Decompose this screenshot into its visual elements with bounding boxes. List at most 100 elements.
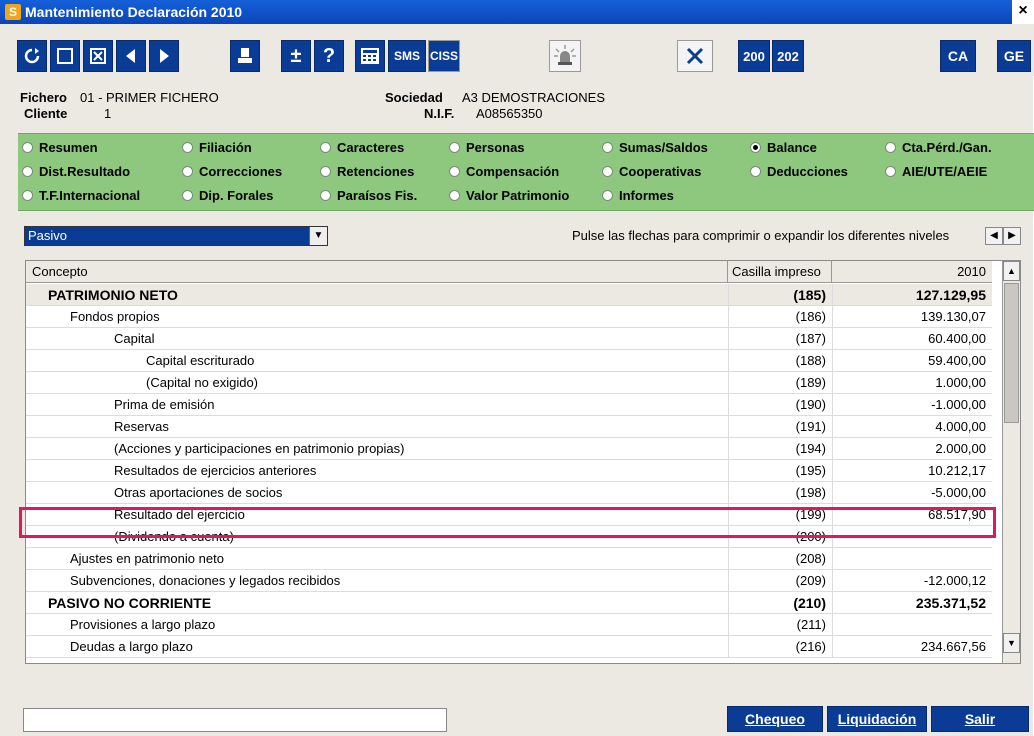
table-row[interactable]: Subvenciones, donaciones y legados recib…: [26, 570, 992, 592]
refresh-button[interactable]: [17, 40, 47, 72]
cell-valor[interactable]: 59.400,00: [832, 350, 992, 372]
scroll-down-icon[interactable]: ▼: [1003, 633, 1020, 653]
radio-option[interactable]: Retenciones: [320, 160, 414, 182]
cell-valor[interactable]: 60.400,00: [832, 328, 992, 350]
previous-button[interactable]: [116, 40, 146, 72]
scroll-thumb[interactable]: [1004, 283, 1019, 423]
vertical-scrollbar[interactable]: ▲ ▼: [1002, 261, 1020, 663]
cell-valor[interactable]: 4.000,00: [832, 416, 992, 438]
radio-option[interactable]: Sumas/Saldos: [602, 136, 708, 158]
radio-button-icon[interactable]: [602, 141, 613, 153]
radio-option[interactable]: Cooperativas: [602, 160, 701, 182]
delete-button[interactable]: [83, 40, 113, 72]
collapse-arrow-icon[interactable]: ◀: [985, 227, 1003, 245]
help-button[interactable]: ?: [314, 40, 344, 72]
cell-valor[interactable]: 127.129,95: [832, 284, 992, 306]
table-row[interactable]: (Dividendo a cuenta) (200): [26, 526, 992, 548]
table-row[interactable]: Provisiones a largo plazo (211): [26, 614, 992, 636]
radio-option[interactable]: Paraísos Fis.: [320, 184, 417, 206]
radio-button-icon[interactable]: [750, 141, 761, 153]
sms-button[interactable]: SMS: [388, 40, 426, 72]
table-row[interactable]: Capital (187) 60.400,00: [26, 328, 992, 350]
expand-collapse-button[interactable]: ±: [281, 40, 311, 72]
calculator-button[interactable]: [355, 40, 385, 72]
salir-button[interactable]: Salir: [931, 706, 1029, 732]
chevron-down-icon[interactable]: ▼: [309, 227, 327, 245]
cell-valor[interactable]: 234.667,56: [832, 636, 992, 658]
cell-valor[interactable]: -1.000,00: [832, 394, 992, 416]
radio-option[interactable]: Correcciones: [182, 160, 282, 182]
section-select[interactable]: Pasivo ▼: [24, 226, 328, 246]
cell-valor[interactable]: 68.517,90: [832, 504, 992, 526]
radio-button-icon[interactable]: [22, 141, 33, 153]
radio-option[interactable]: Deducciones: [750, 160, 848, 182]
radio-option[interactable]: Valor Patrimonio: [449, 184, 569, 206]
ge-button[interactable]: GE: [997, 40, 1031, 72]
table-row[interactable]: Ajustes en patrimonio neto (208): [26, 548, 992, 570]
radio-button-icon[interactable]: [750, 165, 761, 177]
radio-button-icon[interactable]: [182, 165, 193, 177]
cell-valor[interactable]: 10.212,17: [832, 460, 992, 482]
radio-button-icon[interactable]: [22, 189, 33, 201]
ciss-button[interactable]: CISS: [428, 40, 460, 72]
liquidacion-button[interactable]: Liquidación: [827, 706, 927, 732]
radio-button-icon[interactable]: [885, 165, 896, 177]
radio-option[interactable]: T.F.Internacional: [22, 184, 140, 206]
radio-button-icon[interactable]: [449, 141, 460, 153]
next-button[interactable]: [149, 40, 179, 72]
ca-button[interactable]: CA: [940, 40, 976, 72]
cell-valor[interactable]: 1.000,00: [832, 372, 992, 394]
cell-valor[interactable]: [832, 548, 992, 570]
radio-option[interactable]: Filiación: [182, 136, 252, 158]
radio-button-icon[interactable]: [449, 165, 460, 177]
radio-option[interactable]: Balance: [750, 136, 817, 158]
radio-option[interactable]: Resumen: [22, 136, 98, 158]
radio-button-icon[interactable]: [182, 189, 193, 201]
radio-option[interactable]: Cta.Pérd./Gan.: [885, 136, 992, 158]
radio-option[interactable]: Dip. Forales: [182, 184, 273, 206]
chequeo-button[interactable]: Chequeo: [727, 706, 823, 732]
print-button[interactable]: [230, 40, 260, 72]
exit-document-button[interactable]: [677, 40, 713, 72]
new-button[interactable]: [50, 40, 80, 72]
radio-option[interactable]: Dist.Resultado: [22, 160, 130, 182]
table-row[interactable]: Capital escriturado (188) 59.400,00: [26, 350, 992, 372]
scroll-up-icon[interactable]: ▲: [1003, 261, 1020, 281]
radio-button-icon[interactable]: [602, 189, 613, 201]
column-header-concepto[interactable]: Concepto: [26, 261, 728, 283]
radio-option[interactable]: Compensación: [449, 160, 559, 182]
table-row[interactable]: Prima de emisión (190) -1.000,00: [26, 394, 992, 416]
cell-valor[interactable]: 235.371,52: [832, 592, 992, 614]
table-row[interactable]: Deudas a largo plazo (216) 234.667,56: [26, 636, 992, 658]
table-row[interactable]: Fondos propios (186) 139.130,07: [26, 306, 992, 328]
cell-valor[interactable]: 2.000,00: [832, 438, 992, 460]
cell-valor[interactable]: 139.130,07: [832, 306, 992, 328]
radio-button-icon[interactable]: [182, 141, 193, 153]
column-header-year[interactable]: 2010: [832, 261, 992, 283]
table-row[interactable]: (Capital no exigido) (189) 1.000,00: [26, 372, 992, 394]
radio-option[interactable]: Informes: [602, 184, 674, 206]
model-200-button[interactable]: 200: [738, 40, 770, 72]
table-row[interactable]: Otras aportaciones de socios (198) -5.000,…: [26, 482, 992, 504]
table-row[interactable]: PATRIMONIO NETO (185) 127.129,95: [26, 284, 992, 306]
table-row[interactable]: Reservas (191) 4.000,00: [26, 416, 992, 438]
cell-valor[interactable]: [832, 526, 992, 548]
radio-option[interactable]: AIE/UTE/AEIE: [885, 160, 987, 182]
cell-valor[interactable]: [832, 614, 992, 636]
radio-option[interactable]: Personas: [449, 136, 525, 158]
alert-button[interactable]: [549, 40, 581, 72]
radio-button-icon[interactable]: [449, 189, 460, 201]
radio-button-icon[interactable]: [320, 165, 331, 177]
model-202-button[interactable]: 202: [772, 40, 804, 72]
cell-valor[interactable]: -5.000,00: [832, 482, 992, 504]
close-icon[interactable]: ×: [1012, 0, 1034, 24]
column-header-casilla[interactable]: Casilla impreso: [728, 261, 832, 283]
table-row[interactable]: Resultado del ejercicio (199) 68.517,90: [26, 504, 992, 526]
radio-button-icon[interactable]: [602, 165, 613, 177]
table-row[interactable]: (Acciones y participaciones en patrimoni…: [26, 438, 992, 460]
radio-option[interactable]: Caracteres: [320, 136, 404, 158]
cell-valor[interactable]: -12.000,12: [832, 570, 992, 592]
radio-button-icon[interactable]: [320, 189, 331, 201]
radio-button-icon[interactable]: [320, 141, 331, 153]
table-row[interactable]: Resultados de ejercicios anteriores (195)…: [26, 460, 992, 482]
